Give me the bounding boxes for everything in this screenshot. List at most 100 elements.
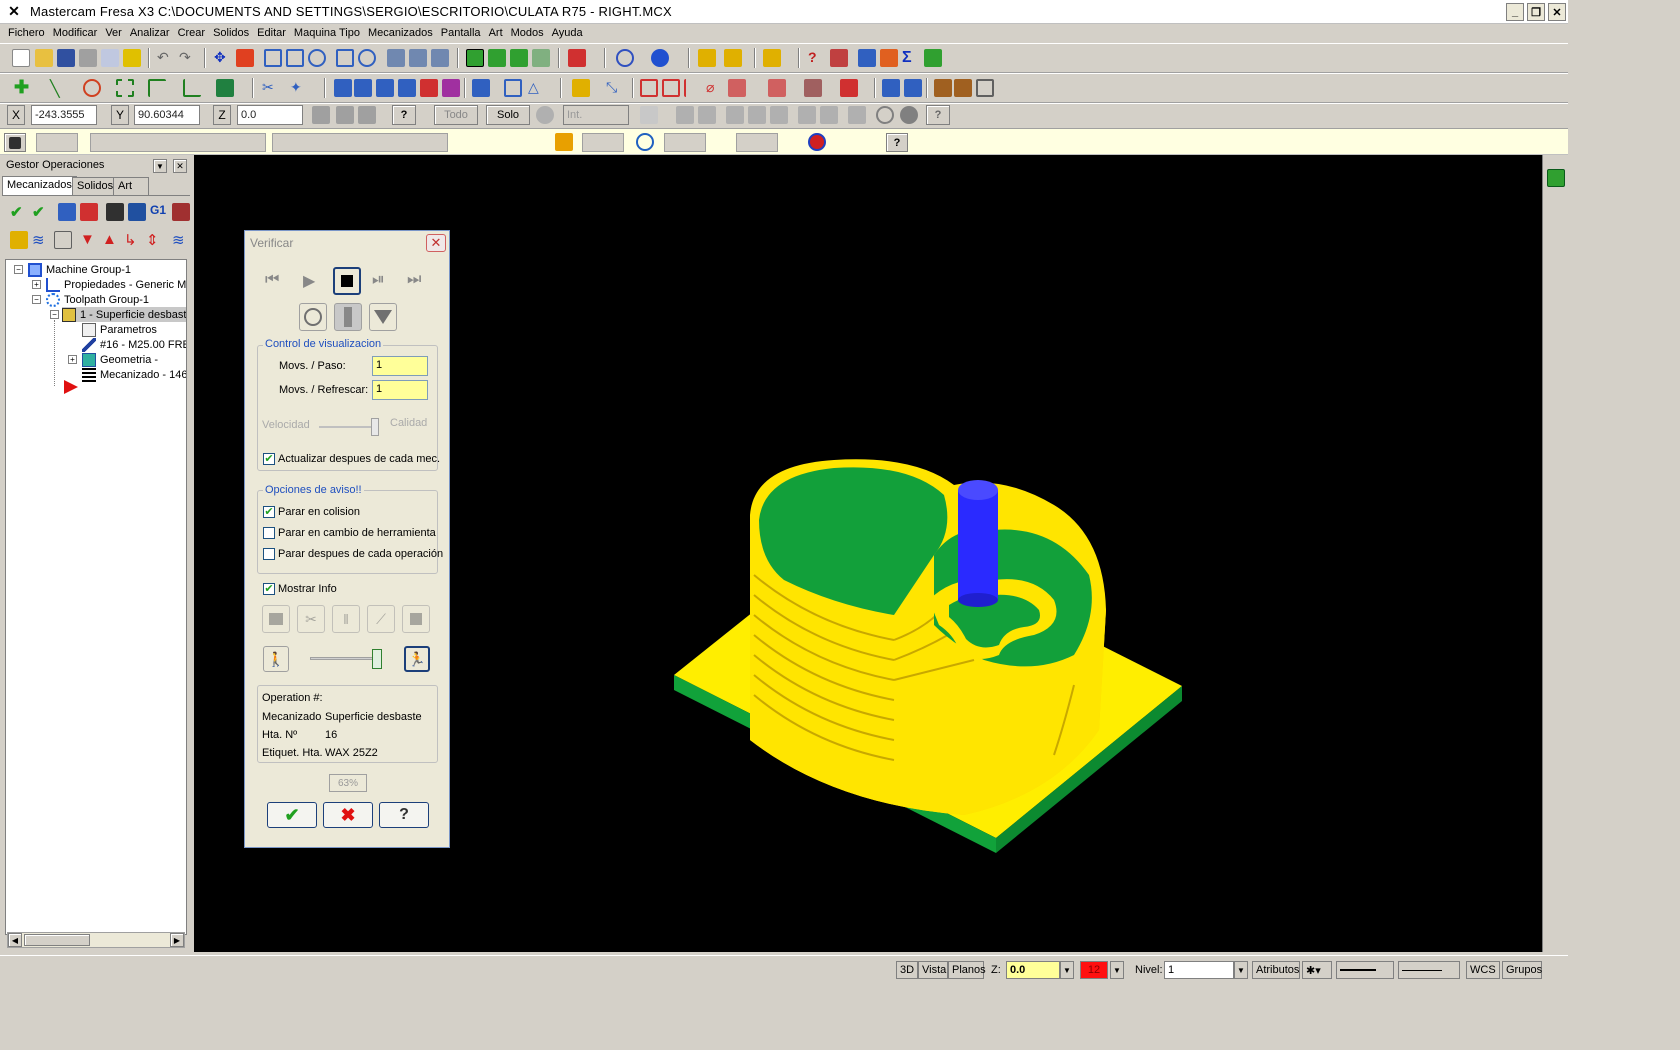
ribbon-field-2[interactable] — [90, 133, 266, 152]
run-speed-icon[interactable]: 🏃 — [404, 646, 430, 672]
save-icon[interactable] — [57, 49, 75, 67]
select-arrow-icon[interactable] — [676, 106, 694, 124]
lock-op-icon[interactable] — [10, 231, 28, 249]
verify-ops-icon[interactable] — [128, 203, 146, 221]
tree-mecanizado[interactable]: Mecanizado - 1468 — [82, 367, 186, 382]
chamfer-icon[interactable] — [183, 79, 201, 97]
parar-colision-checkbox[interactable]: ✔ — [263, 506, 275, 518]
zoom-out-icon[interactable] — [358, 49, 376, 67]
menu-art[interactable]: Art — [485, 27, 507, 39]
z-coordinate-field[interactable]: 0.0 — [237, 105, 303, 125]
x-lock-button[interactable]: X — [7, 105, 25, 125]
tree-properties[interactable]: Propiedades - Generic Mill — [46, 277, 186, 292]
properties-icon[interactable] — [123, 49, 141, 67]
xform-mirror-icon[interactable] — [398, 79, 416, 97]
select-solid-edge-icon[interactable] — [770, 106, 788, 124]
zoom-target-icon[interactable] — [308, 49, 326, 67]
help-select-icon[interactable]: ? — [926, 105, 950, 125]
ribbon-field-4[interactable] — [582, 133, 624, 152]
panel-close-icon[interactable]: ✕ — [173, 159, 187, 173]
z-lock-button[interactable]: Z — [213, 105, 231, 125]
shaded-iso-icon[interactable] — [466, 49, 484, 67]
measure-stock-icon[interactable]: ⟋ — [367, 605, 395, 633]
fast-forward-icon[interactable]: ⏭ — [407, 271, 421, 289]
menu-solidos[interactable]: Solidos — [209, 27, 253, 39]
line-icon[interactable]: ╲ — [50, 79, 68, 98]
break-icon[interactable]: ✦ — [290, 79, 308, 97]
wireframe-icon[interactable] — [510, 49, 528, 67]
settings-gear-icon[interactable] — [299, 303, 327, 331]
rewind-icon[interactable]: ⏮ — [265, 271, 279, 289]
toolpath-pocket-icon[interactable] — [662, 79, 680, 97]
only-display-icon[interactable]: ≋ — [172, 231, 190, 249]
close-window-button[interactable]: ✕ — [1548, 3, 1566, 21]
sum-icon[interactable]: Σ — [902, 49, 920, 67]
compare-icon[interactable]: ‖ — [332, 605, 360, 633]
menu-pantalla[interactable]: Pantalla — [437, 27, 485, 39]
print-icon[interactable] — [79, 49, 97, 67]
trim-icon[interactable]: ✂ — [262, 79, 280, 97]
circle-icon[interactable] — [83, 79, 101, 97]
ribbon-help-icon[interactable]: ? — [886, 133, 908, 152]
expand-properties[interactable]: + — [32, 280, 41, 289]
help-button[interactable]: ? — [379, 802, 429, 828]
export-icon[interactable] — [924, 49, 942, 67]
new-file-icon[interactable] — [12, 49, 30, 67]
int-selector[interactable]: Int. — [563, 105, 629, 125]
scroll-right-icon[interactable]: ▶ — [170, 933, 184, 947]
hidden-line-icon[interactable] — [532, 49, 550, 67]
line-style-select[interactable] — [1336, 961, 1394, 979]
view-top-icon[interactable] — [387, 49, 405, 67]
toolpath-contour-icon[interactable] — [640, 79, 658, 97]
menu-analizar[interactable]: Analizar — [126, 27, 174, 39]
backplot-ops-icon[interactable] — [106, 203, 124, 221]
xform-project-icon[interactable] — [442, 79, 460, 97]
stock-view-icon[interactable] — [334, 303, 362, 331]
mostrar-info-checkbox[interactable]: ✔ — [263, 583, 275, 595]
pan-icon[interactable]: ✥ — [214, 49, 232, 67]
help-arrow-icon[interactable]: ? — [808, 49, 826, 67]
rectangle-icon[interactable] — [116, 79, 134, 97]
globe-icon[interactable] — [616, 49, 634, 67]
regen-dirty-icon[interactable] — [80, 203, 98, 221]
ribbon-stop-icon[interactable] — [808, 133, 826, 151]
undo-icon[interactable]: ↶ — [157, 49, 175, 67]
insert-arrow-marker-icon[interactable] — [64, 380, 78, 394]
color-dropdown-icon[interactable]: ▼ — [1110, 961, 1124, 979]
maximize-button[interactable]: ❐ — [1527, 3, 1545, 21]
tree-geometria[interactable]: Geometria - — [82, 352, 158, 367]
panel-dropdown-icon[interactable]: ▼ — [153, 159, 167, 173]
fast-point-icon[interactable] — [336, 106, 354, 124]
tool-holder-icon[interactable] — [954, 79, 972, 97]
y-lock-button[interactable]: Y — [111, 105, 129, 125]
xform-offset-icon[interactable] — [420, 79, 438, 97]
xform-scale-icon[interactable] — [376, 79, 394, 97]
menu-fichero[interactable]: Fichero — [4, 27, 49, 39]
save-stl-icon[interactable] — [402, 605, 430, 633]
toolpath-finish-icon[interactable] — [804, 79, 822, 97]
view-front-icon[interactable] — [409, 49, 427, 67]
tree-machine-group[interactable]: Machine Group-1 — [28, 262, 131, 277]
analyze-dist-icon[interactable] — [724, 49, 742, 67]
tool-manager-icon[interactable] — [840, 79, 858, 97]
select-solid-face-icon[interactable] — [726, 106, 744, 124]
menu-ayuda[interactable]: Ayuda — [548, 27, 587, 39]
movs-refrescar-input[interactable]: 1 — [372, 380, 428, 400]
point-icon[interactable]: ✚ — [14, 78, 32, 97]
stop-icon[interactable] — [333, 267, 361, 295]
toolpath-rough-icon[interactable] — [768, 79, 786, 97]
status-nivel-select[interactable]: 1 — [1164, 961, 1234, 979]
fit-icon[interactable] — [264, 49, 282, 67]
nivel-dropdown-icon[interactable]: ▼ — [1234, 961, 1248, 979]
stock-save-icon[interactable] — [262, 605, 290, 633]
menu-mecanizados[interactable]: Mecanizados — [364, 27, 437, 39]
unzoom-icon[interactable] — [336, 49, 354, 67]
xform-grid-icon[interactable] — [504, 79, 522, 97]
ribbon-field-3[interactable] — [272, 133, 448, 152]
parar-herramienta-checkbox[interactable] — [263, 527, 275, 539]
analyze-icon[interactable] — [698, 49, 716, 67]
ribbon-field-1[interactable] — [36, 133, 78, 152]
filter-icon[interactable] — [369, 303, 397, 331]
sphere-icon[interactable] — [651, 49, 669, 67]
select-solid-body-icon[interactable] — [748, 106, 766, 124]
